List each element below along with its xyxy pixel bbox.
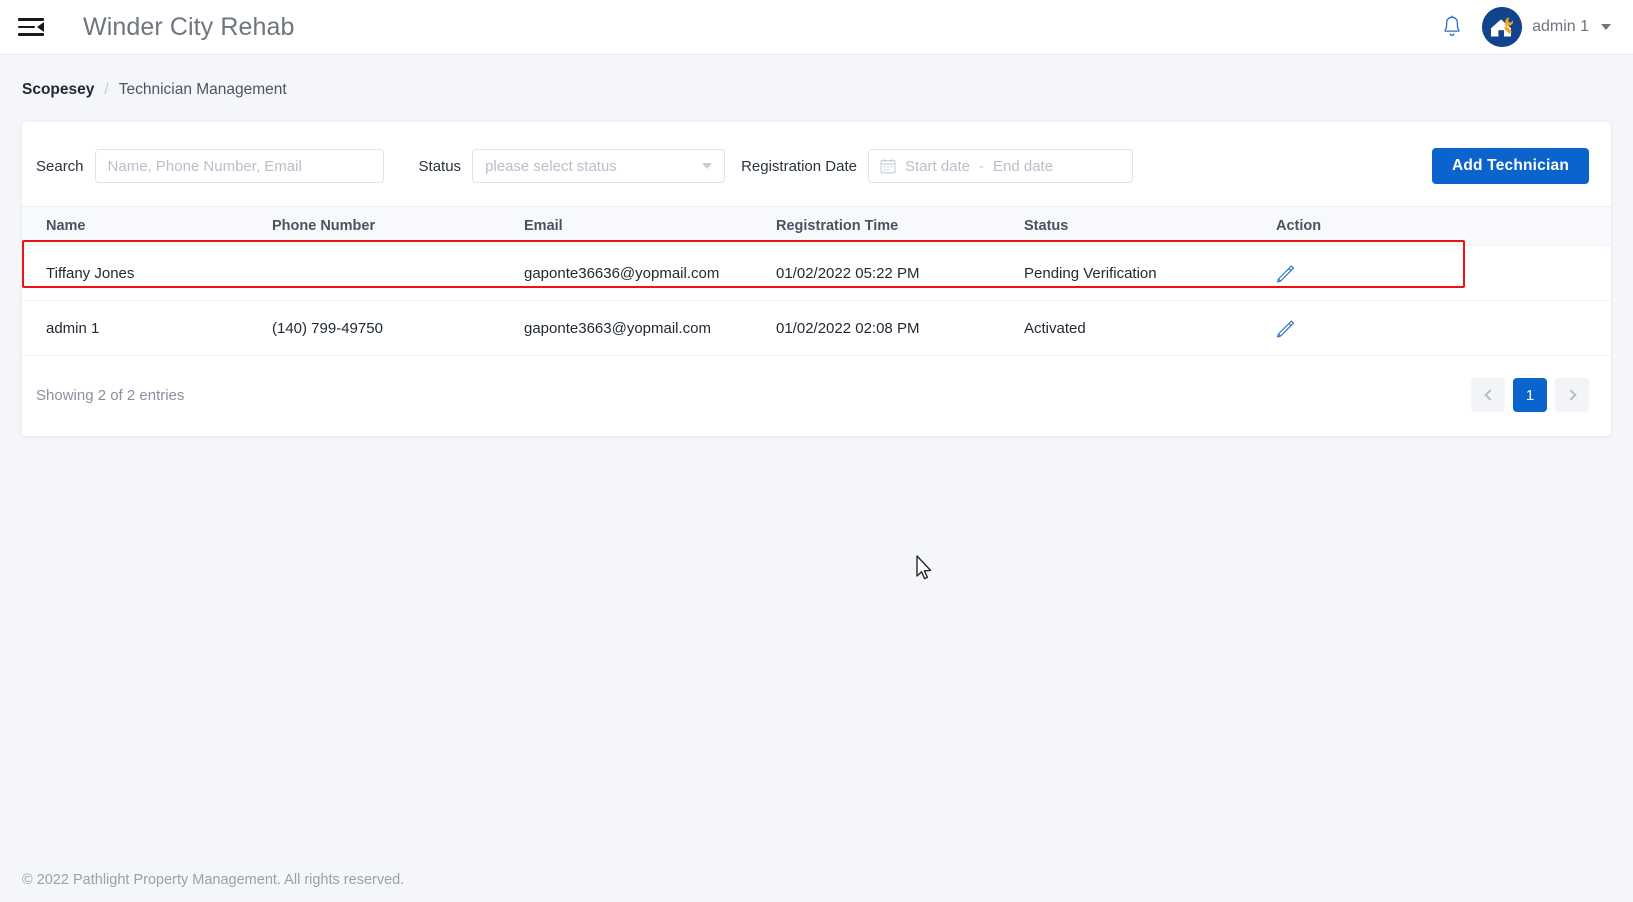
house-wrench-avatar [1482, 7, 1523, 47]
column-header-phone: Phone Number [272, 206, 524, 246]
chevron-left-icon [1483, 389, 1496, 401]
column-header-email: Email [524, 206, 776, 246]
bell-icon[interactable] [1440, 14, 1464, 40]
cell-email: gaponte36636@yopmail.com [524, 245, 776, 301]
breadcrumb: Scopesey / Technician Management [0, 55, 1633, 99]
mouse-cursor [916, 555, 932, 580]
breadcrumb-root[interactable]: Scopesey [22, 81, 94, 99]
cell-registration-time: 01/02/2022 02:08 PM [776, 300, 1024, 356]
cell-email: gaponte3663@yopmail.com [524, 300, 776, 356]
cell-phone [272, 245, 524, 301]
pagination-prev-button[interactable] [1471, 378, 1505, 412]
table-footer: Showing 2 of 2 entries 1 [22, 356, 1611, 436]
hamburger-bar [18, 33, 44, 37]
hamburger-bar [18, 17, 44, 21]
column-header-time: Registration Time [776, 206, 1024, 246]
collapse-arrow-icon [37, 22, 44, 32]
registration-date-range-picker[interactable]: Start date - End date [867, 149, 1133, 183]
table-row[interactable]: admin 1 (140) 799-49750 gaponte3663@yopm… [22, 300, 1611, 356]
chevron-down-icon [702, 163, 713, 169]
start-date-field[interactable]: Start date [905, 158, 970, 175]
search-placeholder: Name, Phone Number, Email [107, 157, 302, 175]
edit-pencil-icon[interactable] [1276, 264, 1295, 283]
entries-count-label: Showing 2 of 2 entries [36, 386, 185, 404]
search-label: Search [36, 157, 84, 175]
technician-table: Name Phone Number Email Registration Tim… [22, 206, 1611, 356]
table-body: Tiffany Jones gaponte36636@yopmail.com 0… [22, 245, 1611, 356]
edit-pencil-icon[interactable] [1276, 319, 1295, 338]
pagination-page-1[interactable]: 1 [1513, 378, 1547, 412]
cell-status: Pending Verification [1024, 245, 1276, 301]
cell-action [1276, 300, 1611, 356]
cell-registration-time: 01/02/2022 05:22 PM [776, 245, 1024, 301]
page-footer-copyright: © 2022 Pathlight Property Management. Al… [22, 872, 405, 888]
pagination-next-button[interactable] [1555, 378, 1589, 412]
status-label: Status [418, 157, 462, 175]
calendar-icon [880, 159, 896, 174]
chevron-down-icon[interactable] [1601, 24, 1611, 30]
table-header-row: Name Phone Number Email Registration Tim… [22, 206, 1611, 246]
pagination: 1 [1471, 378, 1589, 412]
technician-management-card: Search Name, Phone Number, Email Status … [22, 122, 1611, 436]
cell-name: admin 1 [22, 300, 272, 356]
cell-status: Activated [1024, 300, 1276, 356]
search-input[interactable]: Name, Phone Number, Email [94, 149, 384, 183]
status-select[interactable]: please select status [472, 149, 726, 183]
table-header: Name Phone Number Email Registration Tim… [22, 206, 1611, 246]
registration-date-label: Registration Date [741, 157, 857, 175]
user-name-label: admin 1 [1532, 18, 1589, 35]
top-navigation-bar: Winder City Rehab admin 1 [0, 0, 1633, 55]
cell-phone: (140) 799-49750 [272, 300, 524, 356]
topbar-right-group: admin 1 [1440, 7, 1611, 47]
date-range-separator: - [979, 157, 985, 175]
add-technician-button[interactable]: Add Technician [1431, 148, 1589, 184]
table-row[interactable]: Tiffany Jones gaponte36636@yopmail.com 0… [22, 245, 1611, 301]
app-title: Winder City Rehab [83, 12, 295, 41]
breadcrumb-separator: / [104, 81, 109, 98]
column-header-status: Status [1024, 206, 1276, 246]
user-menu[interactable]: admin 1 [1482, 7, 1611, 47]
breadcrumb-current: Technician Management [118, 81, 287, 98]
cell-name: Tiffany Jones [22, 245, 272, 301]
chevron-right-icon [1564, 389, 1577, 401]
hamburger-collapse-icon[interactable] [18, 14, 44, 40]
cell-action [1276, 245, 1611, 301]
filter-toolbar: Search Name, Phone Number, Email Status … [22, 122, 1611, 206]
end-date-field[interactable]: End date [993, 158, 1053, 175]
column-header-name: Name [22, 206, 272, 246]
status-placeholder: please select status [485, 157, 617, 175]
column-header-action: Action [1276, 206, 1611, 246]
hamburger-bar [18, 25, 35, 29]
